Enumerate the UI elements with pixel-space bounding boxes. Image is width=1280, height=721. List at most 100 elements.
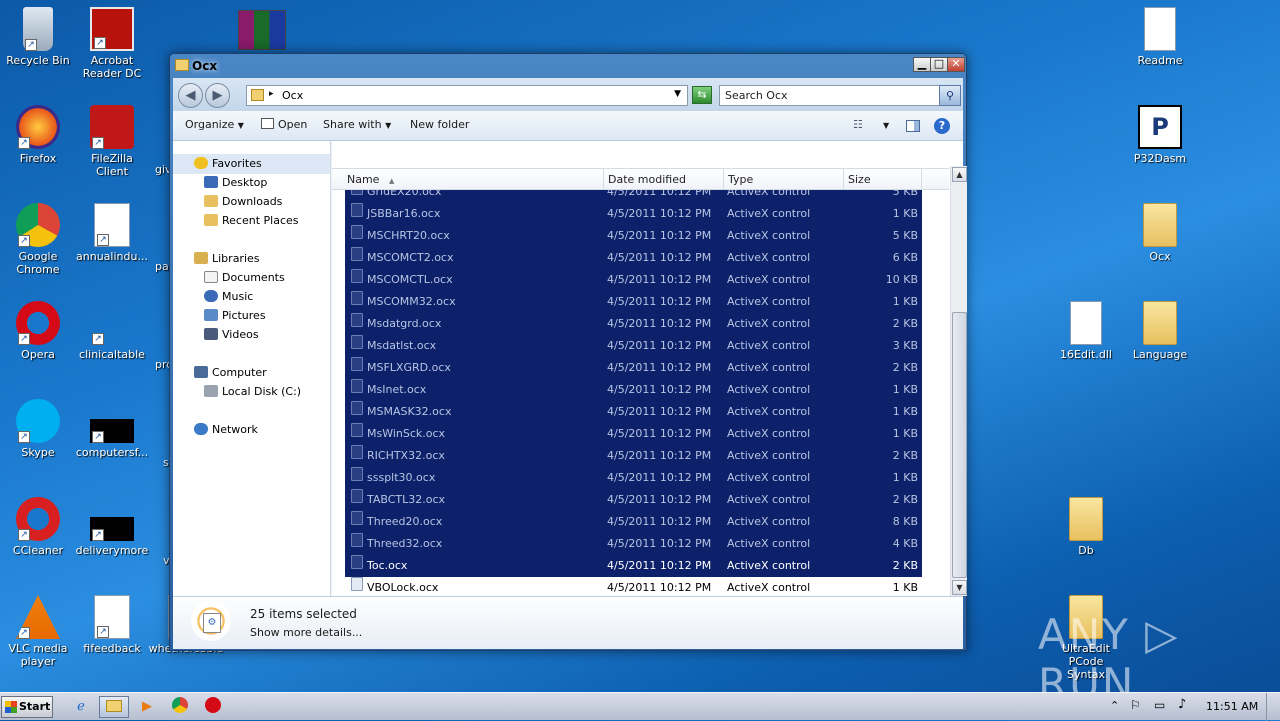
view-options-icon[interactable]: ☷	[853, 118, 863, 131]
table-row[interactable]: MSCOMCT2.ocx 4/5/2011 10:12 PM ActiveX con…	[345, 247, 922, 269]
search-input[interactable]: Search Ocx ⚲	[719, 85, 961, 106]
table-row[interactable]: MSCHRT20.ocx 4/5/2011 10:12 PM ActiveX con…	[345, 225, 922, 247]
table-row[interactable]: TABCTL32.ocx 4/5/2011 10:12 PM ActiveX con…	[345, 489, 922, 511]
scroll-up-icon[interactable]: ▲	[952, 167, 967, 182]
nav-music[interactable]: Music	[204, 290, 253, 303]
preview-pane-icon[interactable]	[906, 120, 920, 132]
refresh-button[interactable]: ⇆	[692, 86, 712, 104]
nav-recent-places[interactable]: Recent Places	[204, 214, 299, 227]
table-row[interactable]: Msdatlst.ocx 4/5/2011 10:12 PM ActiveX con…	[345, 335, 922, 357]
desktop-icon-opera[interactable]: ↗ Opera	[0, 301, 76, 361]
column-type[interactable]: Type	[724, 169, 844, 190]
new-folder-button[interactable]: New folder	[410, 118, 469, 131]
nav-pictures[interactable]: Pictures	[204, 309, 266, 322]
explorer-window[interactable]: Ocx ▁ □ ✕ ◀ ▶ ▸ Ocx ▼ ⇆ Search Ocx ⚲ Org…	[169, 53, 967, 651]
clock[interactable]: 11:51 AM	[1206, 700, 1258, 713]
volume-icon[interactable]: ♪	[1178, 697, 1186, 712]
help-icon[interactable]: ?	[934, 118, 950, 134]
column-name[interactable]: Name ▲	[332, 169, 604, 190]
desktop-icon-vlc-media-player[interactable]: ↗ VLC media player	[0, 595, 76, 668]
start-button[interactable]: Start	[1, 696, 53, 718]
shortcut-arrow-icon: ↗	[18, 627, 30, 639]
table-row[interactable]: GridEX20.ocx 4/5/2011 10:12 PM ActiveX con…	[345, 190, 922, 203]
nav-network[interactable]: Network	[194, 423, 258, 436]
table-row[interactable]: Threed32.ocx 4/5/2011 10:12 PM ActiveX con…	[345, 533, 922, 555]
address-input[interactable]: ▸ Ocx ▼	[246, 85, 688, 106]
table-row[interactable]: JSBBar16.ocx 4/5/2011 10:12 PM ActiveX con…	[345, 203, 922, 225]
nav-computer[interactable]: Computer	[194, 366, 267, 379]
table-row[interactable]: Toc.ocx 4/5/2011 10:12 PM ActiveX control 2…	[345, 555, 922, 577]
cell-type: ActiveX control	[727, 339, 811, 352]
desktop-icon-ocx[interactable]: Ocx	[1122, 203, 1198, 263]
title-bar[interactable]: Ocx ▁ □ ✕	[170, 54, 966, 78]
desktop-icon-16edit-dll[interactable]: 16Edit.dll	[1048, 301, 1124, 361]
table-row[interactable]: RICHTX32.ocx 4/5/2011 10:12 PM ActiveX con…	[345, 445, 922, 467]
nav-libraries[interactable]: Libraries	[194, 252, 260, 265]
file-list[interactable]: Name ▲ Date modified Type Size GridEX20.…	[332, 141, 963, 596]
vertical-scrollbar[interactable]: ▲ ▼	[950, 166, 967, 596]
nav-downloads[interactable]: Downloads	[204, 195, 282, 208]
flag-icon[interactable]: ⚐	[1130, 698, 1141, 712]
desktop-icon-computersf[interactable]: ↗ computersf...	[74, 399, 150, 459]
table-row[interactable]: MsInet.ocx 4/5/2011 10:12 PM ActiveX contr…	[345, 379, 922, 401]
column-size[interactable]: Size	[844, 169, 922, 190]
shortcut-arrow-icon: ↗	[97, 234, 109, 246]
table-row[interactable]: Threed20.ocx 4/5/2011 10:12 PM ActiveX con…	[345, 511, 922, 533]
chrome-taskbar-icon[interactable]	[167, 696, 193, 718]
internet-explorer-icon[interactable]: ℯ	[68, 696, 94, 718]
media-player-icon[interactable]: ▶	[134, 696, 160, 718]
table-row[interactable]: MSCOMM32.ocx 4/5/2011 10:12 PM ActiveX con…	[345, 291, 922, 313]
desktop-icon-annualindu[interactable]: ↗ annualindu...	[74, 203, 150, 263]
table-row[interactable]: MsWinSck.ocx 4/5/2011 10:12 PM ActiveX con…	[345, 423, 922, 445]
network-tray-icon[interactable]: ▭	[1154, 698, 1165, 712]
desktop-icon-db[interactable]: Db	[1048, 497, 1124, 557]
show-hidden-icons-button[interactable]: ⌃	[1110, 699, 1119, 712]
cell-type: ActiveX control	[727, 273, 811, 286]
scroll-down-icon[interactable]: ▼	[952, 580, 967, 595]
winrar-icon[interactable]	[238, 10, 286, 50]
desktop-icon-language[interactable]: Language	[1122, 301, 1198, 361]
chevron-down-icon[interactable]: ▼	[674, 89, 681, 99]
minimize-button[interactable]: ▁	[913, 57, 931, 72]
breadcrumb[interactable]: Ocx	[282, 89, 303, 102]
show-more-details-link[interactable]: Show more details...	[250, 626, 362, 639]
table-row[interactable]: VBOLock.ocx 4/5/2011 10:12 PM ActiveX cont…	[345, 577, 922, 596]
desktop-icon-firefox[interactable]: ↗ Firefox	[0, 105, 76, 165]
table-row[interactable]: MSFLXGRD.ocx 4/5/2011 10:12 PM ActiveX con…	[345, 357, 922, 379]
desktop-icon-p32dasm[interactable]: P P32Dasm	[1122, 105, 1198, 165]
explorer-taskbar-icon[interactable]	[99, 696, 129, 718]
organize-button[interactable]: Organize ▼	[185, 118, 244, 131]
share-with-button[interactable]: Share with ▼	[323, 118, 391, 131]
desktop-icon-filezilla-client[interactable]: ↗ FileZilla Client	[74, 105, 150, 178]
close-button[interactable]: ✕	[947, 57, 965, 72]
nav-documents[interactable]: Documents	[204, 271, 285, 284]
show-desktop-button[interactable]	[1266, 693, 1280, 721]
scroll-thumb[interactable]	[952, 312, 967, 578]
table-row[interactable]: MSCOMCTL.ocx 4/5/2011 10:12 PM ActiveX con…	[345, 269, 922, 291]
desktop-icon-recycle-bin[interactable]: ↗ Recycle Bin	[0, 7, 76, 67]
desktop-icon-fifeedback[interactable]: ↗ fifeedback	[74, 595, 150, 655]
nav-desktop[interactable]: Desktop	[204, 176, 267, 189]
table-row[interactable]: sssplt30.ocx 4/5/2011 10:12 PM ActiveX con…	[345, 467, 922, 489]
table-row[interactable]: MSMASK32.ocx 4/5/2011 10:12 PM ActiveX con…	[345, 401, 922, 423]
desktop-icon-readme[interactable]: Readme	[1122, 7, 1198, 67]
search-icon[interactable]: ⚲	[939, 85, 961, 106]
desktop-icon-acrobat-reader-dc[interactable]: ↗ Acrobat Reader DC	[74, 7, 150, 80]
column-date-modified[interactable]: Date modified	[604, 169, 724, 190]
nav-favorites[interactable]: Favorites	[194, 157, 262, 170]
desktop-icon-google-chrome[interactable]: ↗ Google Chrome	[0, 203, 76, 276]
back-button[interactable]: ◀	[178, 83, 203, 108]
desktop-icon-clinicaltable[interactable]: ↗ clinicaltable	[74, 301, 150, 361]
desktop-icon-deliverymore[interactable]: ↗ deliverymore	[74, 497, 150, 557]
open-button[interactable]: Open	[261, 118, 307, 131]
desktop-icon-ccleaner[interactable]: ↗ CCleaner	[0, 497, 76, 557]
maximize-button[interactable]: □	[930, 57, 948, 72]
music-icon	[204, 290, 218, 302]
table-row[interactable]: Msdatgrd.ocx 4/5/2011 10:12 PM ActiveX con…	[345, 313, 922, 335]
chevron-down-icon[interactable]: ▼	[883, 121, 889, 130]
desktop-icon-skype[interactable]: ↗ Skype	[0, 399, 76, 459]
opera-taskbar-icon[interactable]	[200, 696, 226, 718]
nav-local-disk[interactable]: Local Disk (C:)	[204, 385, 301, 398]
forward-button[interactable]: ▶	[205, 83, 230, 108]
nav-videos[interactable]: Videos	[204, 328, 259, 341]
